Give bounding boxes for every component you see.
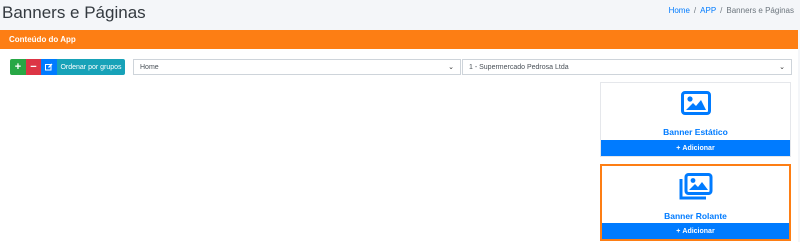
page-select[interactable]: Home ⌄ — [133, 59, 461, 75]
panel-body: + − Ordenar por grupos Home ⌄ 1 - Superm… — [0, 49, 798, 242]
add-button[interactable]: + — [10, 59, 26, 75]
remove-button[interactable]: − — [26, 59, 41, 75]
company-select-value: 1 - Supermercado Pedrosa Ltda — [469, 63, 569, 71]
banner-static-card[interactable]: Banner Estático + Adicionar — [600, 82, 791, 157]
chevron-down-icon: ⌄ — [448, 64, 454, 71]
breadcrumb-current: Banners e Páginas — [726, 6, 794, 15]
banner-rolling-card[interactable]: Banner Rolante + Adicionar — [600, 164, 791, 241]
breadcrumb-home[interactable]: Home — [669, 6, 690, 15]
add-rolling-banner-button[interactable]: + Adicionar — [602, 223, 789, 239]
page-select-value: Home — [140, 63, 159, 71]
order-by-groups-button[interactable]: Ordenar por grupos — [57, 59, 125, 75]
toolbar: + − Ordenar por grupos — [10, 59, 125, 75]
add-static-banner-button[interactable]: + Adicionar — [601, 140, 790, 156]
minus-icon: − — [30, 61, 37, 73]
plus-icon: + — [676, 144, 681, 152]
panel-header: Conteúdo do App — [0, 30, 798, 49]
banner-rolling-title: Banner Rolante — [664, 211, 727, 221]
images-icon — [679, 173, 712, 200]
breadcrumb-app[interactable]: APP — [700, 6, 716, 15]
company-select[interactable]: 1 - Supermercado Pedrosa Ltda ⌄ — [462, 59, 792, 75]
edit-button[interactable] — [41, 59, 57, 75]
plus-icon: + — [676, 227, 681, 235]
plus-icon: + — [14, 61, 22, 73]
page-title: Banners e Páginas — [2, 3, 146, 22]
breadcrumb: Home / APP / Banners e Páginas — [668, 6, 794, 15]
image-icon — [680, 91, 711, 115]
banner-static-title: Banner Estático — [663, 127, 728, 137]
chevron-down-icon: ⌄ — [779, 64, 785, 71]
edit-icon — [45, 63, 53, 71]
